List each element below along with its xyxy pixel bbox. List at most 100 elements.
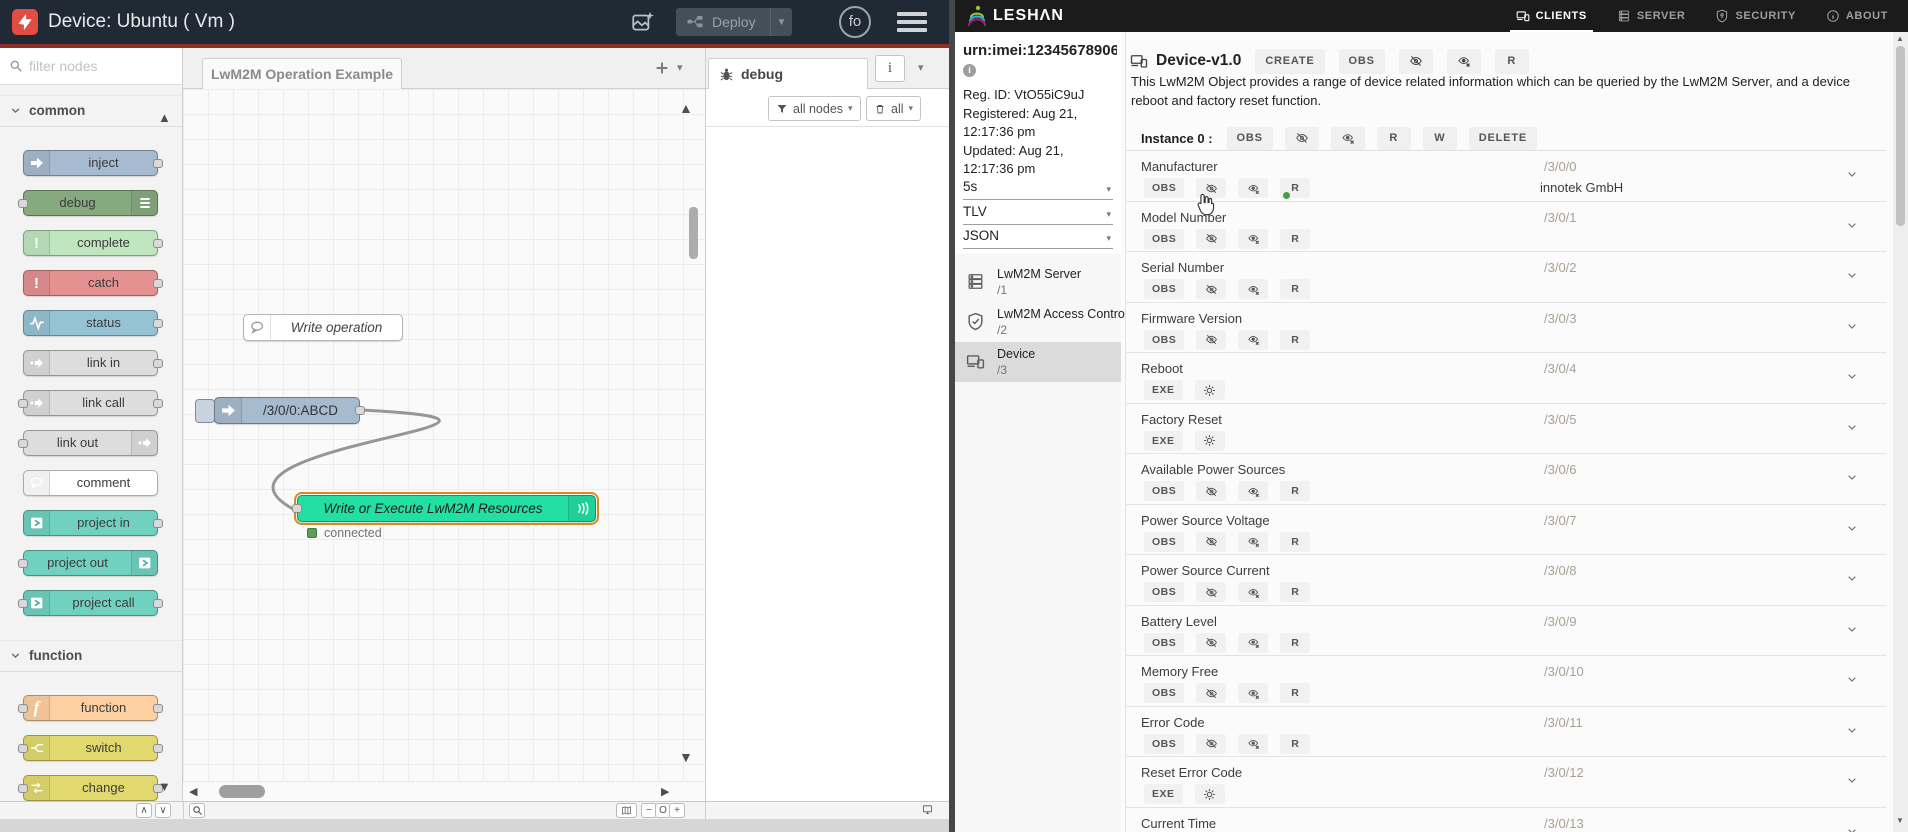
chevron-down-icon[interactable] (1844, 267, 1860, 283)
chevron-down-icon[interactable] (1844, 419, 1860, 435)
obs-button[interactable]: OBS (1144, 279, 1185, 299)
palette-node-debug[interactable]: debug (18, 190, 158, 216)
user-avatar[interactable]: fo (839, 6, 871, 38)
object-item-lwm2m-access-control[interactable]: LwM2M Access Control/2 (955, 302, 1128, 342)
format-select-json[interactable]: JSON ▾ (963, 228, 1113, 249)
page-scroll-thumb[interactable] (1896, 46, 1905, 226)
chevron-down-icon[interactable] (1844, 166, 1860, 182)
eye-off-button[interactable] (1196, 582, 1227, 602)
gear-button[interactable] (1194, 380, 1225, 400)
r-button[interactable]: R (1280, 228, 1311, 249)
eye-off-button[interactable] (1196, 733, 1227, 754)
obs-stop-button[interactable] (1238, 178, 1269, 198)
palette-collapse-button[interactable]: ∧ (136, 803, 152, 818)
obs-stop-button[interactable] (1238, 481, 1269, 501)
nav-server[interactable]: SERVER (1617, 0, 1686, 32)
chevron-down-icon[interactable] (1844, 621, 1860, 637)
obs-stop-button[interactable] (1238, 582, 1269, 602)
chevron-down-icon[interactable] (1844, 318, 1860, 334)
canvas-scroll-down-icon[interactable]: ▼ (679, 749, 693, 765)
r-button[interactable]: R (1280, 531, 1311, 552)
eye-off-button[interactable] (1196, 329, 1227, 350)
obs-stop-button[interactable] (1238, 733, 1269, 754)
obs-button[interactable]: OBS (1226, 126, 1273, 150)
inject-output-port[interactable] (355, 406, 365, 415)
palette-scroll-down-icon[interactable]: ▼ (158, 779, 171, 794)
palette-node-status[interactable]: status (23, 310, 163, 336)
obs-stop-button[interactable] (1238, 632, 1269, 653)
obs-button[interactable]: OBS (1144, 531, 1185, 552)
eye-off-button[interactable] (1398, 48, 1433, 74)
canvas-search-button[interactable] (189, 803, 205, 818)
lwm2m-write-node[interactable]: Write or Execute LwM2M Resources (292, 492, 599, 525)
palette-expand-button[interactable]: ∨ (155, 803, 171, 818)
exe-button[interactable]: EXE (1144, 380, 1183, 400)
scroll-right-icon[interactable]: ▶ (661, 785, 669, 798)
obs-button[interactable]: OBS (1144, 481, 1185, 501)
page-scrollbar[interactable]: ▲ ▼ (1893, 32, 1908, 832)
chevron-down-icon[interactable] (1844, 520, 1860, 536)
w-button[interactable]: W (1422, 126, 1457, 150)
obs-stop-button[interactable] (1238, 683, 1269, 703)
chevron-down-icon[interactable] (1844, 671, 1860, 687)
obs-stop-button[interactable] (1238, 279, 1269, 299)
palette-node-link-out[interactable]: link out (18, 430, 158, 456)
obs-button[interactable]: OBS (1144, 733, 1185, 754)
r-button[interactable]: R (1280, 279, 1311, 299)
palette-search-input[interactable] (29, 54, 175, 78)
add-flow-button[interactable] (651, 56, 673, 80)
deploy-options-caret[interactable]: ▼ (770, 8, 792, 36)
obs-stop-button[interactable] (1446, 48, 1481, 74)
create-button[interactable]: CREATE (1255, 48, 1325, 74)
obs-button[interactable]: OBS (1144, 683, 1185, 703)
debug-filter-button[interactable]: all nodes ▾ (768, 96, 861, 121)
inject-trigger-button[interactable] (195, 399, 215, 423)
scroll-up-icon[interactable]: ▲ (1896, 34, 1904, 43)
palette-node-switch[interactable]: switch (18, 735, 163, 761)
flow-canvas[interactable]: Write operation /3/0/0:ABCD Write or Exe… (183, 89, 705, 781)
palette-category-function[interactable]: function (0, 640, 182, 672)
palette-category-common[interactable]: common (0, 95, 182, 127)
eye-off-button[interactable] (1196, 632, 1227, 653)
r-button[interactable]: R (1280, 632, 1311, 653)
deploy-button[interactable]: Deploy ▼ (676, 8, 792, 36)
palette-node-link-in[interactable]: link in (23, 350, 163, 376)
palette-scroll-up-icon[interactable]: ▲ (158, 110, 171, 125)
obs-button[interactable]: OBS (1144, 632, 1185, 653)
chevron-down-icon[interactable] (1844, 722, 1860, 738)
palette-node-project-in[interactable]: project in (23, 510, 163, 536)
obs-button[interactable]: OBS (1338, 48, 1385, 74)
palette-node-catch[interactable]: ! catch (23, 270, 163, 296)
r-button[interactable]: R (1280, 329, 1311, 350)
palette-node-project-out[interactable]: project out (18, 550, 158, 576)
chevron-down-icon[interactable] (1844, 823, 1860, 832)
obs-button[interactable]: OBS (1144, 582, 1185, 602)
eye-off-button[interactable] (1284, 126, 1319, 150)
inject-node[interactable]: /3/0/0:ABCD (214, 397, 365, 424)
r-button[interactable]: R (1376, 126, 1411, 150)
r-button[interactable]: R (1280, 733, 1311, 754)
palette-node-link-call[interactable]: link call (18, 390, 163, 416)
obs-button[interactable]: OBS (1144, 178, 1185, 198)
exe-button[interactable]: EXE (1144, 784, 1183, 804)
main-menu-button[interactable] (897, 12, 927, 32)
flow-list-caret[interactable]: ▾ (677, 61, 683, 74)
monitor-icon[interactable] (917, 803, 938, 818)
canvas-scroll-up-icon[interactable]: ▲ (679, 100, 693, 116)
obs-button[interactable]: OBS (1144, 329, 1185, 350)
sidebar-options-caret[interactable]: ▾ (918, 61, 924, 74)
chevron-down-icon[interactable] (1844, 368, 1860, 384)
palette-node-complete[interactable]: ! complete (23, 230, 163, 256)
eye-off-button[interactable] (1196, 279, 1227, 299)
export-image-button[interactable] (627, 8, 659, 36)
flow-tab[interactable]: LwM2M Operation Example (202, 58, 402, 90)
format-select-tlv[interactable]: TLV ▾ (963, 204, 1113, 225)
obs-stop-button[interactable] (1238, 329, 1269, 350)
obs-stop-button[interactable] (1238, 228, 1269, 249)
palette-node-comment[interactable]: comment (23, 470, 158, 496)
comment-node[interactable]: Write operation (243, 314, 403, 341)
canvas-vertical-scrollbar[interactable] (689, 207, 698, 259)
object-item-lwm2m-server[interactable]: LwM2M Server/1 (955, 262, 1121, 302)
debug-clear-button[interactable]: all ▾ (866, 96, 922, 121)
canvas-horizontal-scrollbar[interactable]: ◀ ▶ (183, 781, 705, 801)
